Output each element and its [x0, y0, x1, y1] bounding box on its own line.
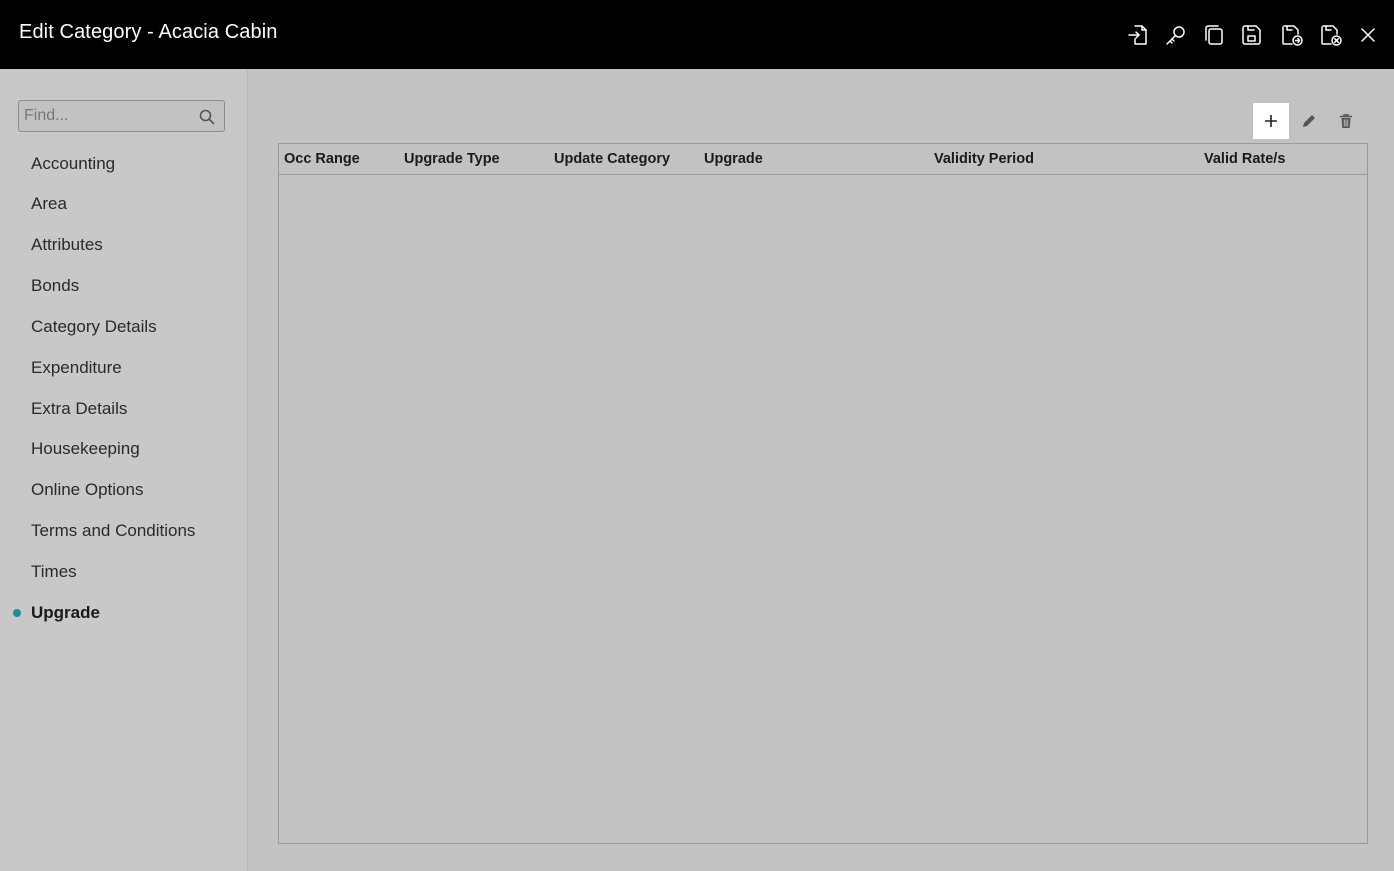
sidebar-item-upgrade[interactable]: Upgrade	[31, 603, 100, 623]
title-bar: Edit Category - Acacia Cabin	[0, 0, 1394, 69]
save-icon[interactable]	[1239, 22, 1265, 48]
column-header-validity-period[interactable]: Validity Period	[934, 151, 1034, 167]
column-header-valid-rates[interactable]: Valid Rate/s	[1204, 151, 1285, 167]
sidebar-item-times[interactable]: Times	[31, 562, 77, 582]
upgrade-table: Occ Range Upgrade Type Update Category U…	[278, 143, 1368, 844]
copy-icon[interactable]	[1201, 22, 1227, 48]
sidebar-item-online-options[interactable]: Online Options	[31, 480, 143, 500]
column-header-occ-range[interactable]: Occ Range	[284, 151, 360, 167]
sidebar: Accounting Area Attributes Bonds Categor…	[0, 69, 248, 871]
column-header-upgrade-type[interactable]: Upgrade Type	[404, 151, 500, 167]
add-icon	[1265, 115, 1277, 127]
sidebar-item-terms-and-conditions[interactable]: Terms and Conditions	[31, 521, 195, 541]
delete-button[interactable]	[1328, 103, 1364, 139]
search-icon[interactable]	[199, 109, 215, 125]
sidebar-item-category-details[interactable]: Category Details	[31, 317, 157, 337]
window-title: Edit Category - Acacia Cabin	[19, 21, 278, 43]
sidebar-item-expenditure[interactable]: Expenditure	[31, 358, 122, 378]
table-body	[279, 175, 1367, 843]
active-indicator-dot	[13, 609, 21, 617]
sidebar-item-bonds[interactable]: Bonds	[31, 276, 79, 296]
add-button[interactable]	[1253, 103, 1289, 139]
search-box	[18, 100, 225, 132]
delete-icon	[1340, 114, 1352, 128]
sidebar-item-attributes[interactable]: Attributes	[31, 235, 103, 255]
edit-button[interactable]	[1291, 103, 1327, 139]
column-header-update-category[interactable]: Update Category	[554, 151, 670, 167]
sidebar-item-extra-details[interactable]: Extra Details	[31, 399, 127, 419]
save-and-close-icon[interactable]	[1318, 22, 1344, 48]
key-icon[interactable]	[1163, 22, 1189, 48]
edit-icon	[1303, 115, 1315, 127]
main-panel: Occ Range Upgrade Type Update Category U…	[248, 69, 1394, 871]
column-header-upgrade[interactable]: Upgrade	[704, 151, 763, 167]
sidebar-item-housekeeping[interactable]: Housekeeping	[31, 439, 140, 459]
search-input[interactable]	[19, 101, 194, 131]
save-and-go-icon[interactable]	[1279, 22, 1305, 48]
login-icon[interactable]	[1125, 22, 1151, 48]
sidebar-item-area[interactable]: Area	[31, 194, 67, 214]
sidebar-item-accounting[interactable]: Accounting	[31, 154, 115, 174]
table-header: Occ Range Upgrade Type Update Category U…	[279, 144, 1367, 175]
close-icon[interactable]	[1355, 22, 1381, 48]
